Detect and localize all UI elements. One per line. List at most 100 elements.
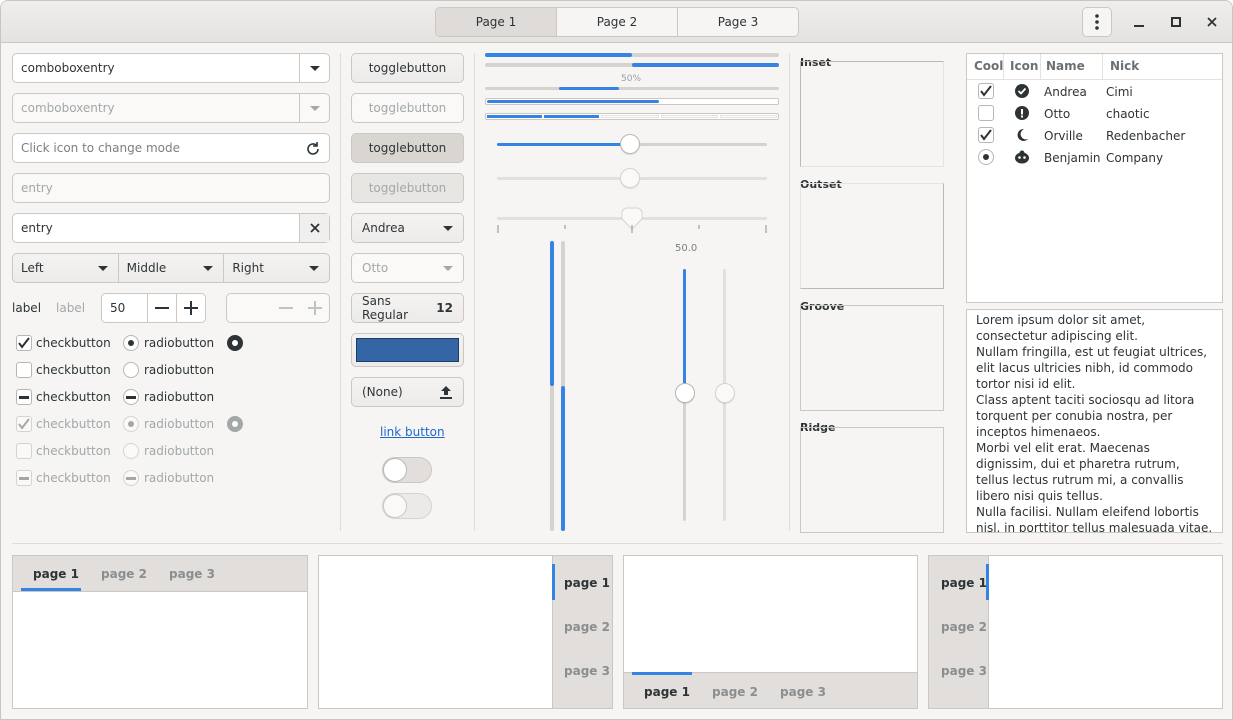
minus-icon <box>155 307 169 309</box>
combo-right[interactable]: Right <box>224 254 329 282</box>
minimize-button[interactable] <box>1125 8 1153 36</box>
font-size: 12 <box>436 301 453 315</box>
notebook-tab[interactable]: page 2 <box>101 567 147 581</box>
column-header-nick[interactable]: Nick <box>1103 54 1222 79</box>
row-nick: Cimi <box>1106 85 1133 99</box>
notebook-tab[interactable]: page 1 <box>941 576 987 590</box>
togglebutton-disabled: togglebutton <box>351 93 464 123</box>
entry-text: entry <box>21 221 53 235</box>
link-button[interactable]: link button <box>380 425 445 439</box>
progress-fill <box>485 53 632 57</box>
chevron-down-icon <box>443 265 453 271</box>
entry-placeholder: entry <box>21 181 53 195</box>
radio-dot <box>232 340 238 346</box>
text-view-content[interactable]: Lorem ipsum dolor sit amet, consectetur … <box>967 310 1222 532</box>
checkmark-icon <box>18 418 30 430</box>
mode-entry[interactable]: Click icon to change mode <box>12 133 330 163</box>
row-nick: Redenbacher <box>1106 129 1186 143</box>
font-button[interactable]: Sans Regular 12 <box>351 293 464 323</box>
label-disabled: label <box>56 301 86 315</box>
notebook-tab[interactable]: page 1 <box>33 567 79 581</box>
notebook-tab[interactable]: page 2 <box>941 620 987 634</box>
radio-standalone-disabled <box>227 416 243 432</box>
combo-dropdown-button[interactable] <box>299 54 329 82</box>
checkbox-mixed-disabled <box>16 470 32 486</box>
checkbox-checked[interactable] <box>16 335 32 351</box>
notebook-tab[interactable]: page 2 <box>564 620 610 634</box>
cool-checkbox-checked[interactable] <box>978 83 994 99</box>
close-icon <box>1207 17 1217 27</box>
radio-mixed-disabled <box>123 470 139 486</box>
upload-icon <box>440 386 452 399</box>
progress-text: 50% <box>621 74 642 84</box>
notebook-tab[interactable]: page 1 <box>644 685 690 699</box>
column-header-name[interactable]: Name <box>1041 54 1103 79</box>
column-header-icon[interactable]: Icon <box>1004 54 1041 79</box>
comboboxentry[interactable]: comboboxentry <box>12 53 330 83</box>
hscale-1-knob[interactable] <box>620 134 640 154</box>
checkbox-mixed[interactable] <box>16 389 32 405</box>
cool-checkbox-unchecked[interactable] <box>978 105 994 121</box>
vscale-1-knob[interactable] <box>675 383 695 403</box>
notebook-top: page 1 page 2 page 3 <box>12 555 308 709</box>
combo-right-label: Right <box>232 261 264 275</box>
radio-standalone[interactable] <box>227 335 243 351</box>
progress-fill <box>550 241 554 386</box>
column-header-cool[interactable]: Cool <box>967 54 1004 79</box>
color-button[interactable] <box>351 333 464 367</box>
tree-row[interactable]: Andrea Cimi <box>967 82 1222 104</box>
notebook-tab[interactable]: page 3 <box>780 685 826 699</box>
tree-row[interactable]: Otto chaotic <box>967 104 1222 126</box>
refresh-icon[interactable] <box>305 141 321 157</box>
tree-view[interactable]: Cool Icon Name Nick Andrea Cimi Otto chaoti… <box>966 53 1223 303</box>
notebook-tab[interactable]: page 3 <box>564 664 610 678</box>
notebook-tab[interactable]: page 3 <box>941 664 987 678</box>
spin-increment[interactable] <box>176 294 205 322</box>
togglebutton[interactable]: togglebutton <box>351 53 464 83</box>
menu-button[interactable] <box>1082 7 1112 37</box>
plus-icon <box>307 301 322 315</box>
notebook-tab[interactable]: page 2 <box>712 685 758 699</box>
combobox-andrea[interactable]: Andrea <box>351 213 464 243</box>
check-circle-icon <box>1015 84 1029 98</box>
checkbutton-label: checkbutton <box>36 444 111 458</box>
radio-selected[interactable] <box>123 335 139 351</box>
combo-left[interactable]: Left <box>13 254 119 282</box>
file-label: (None) <box>362 385 403 399</box>
chevron-down-icon <box>309 265 320 271</box>
file-chooser-button[interactable]: (None) <box>351 377 464 407</box>
notebook-tab[interactable]: page 3 <box>169 567 215 581</box>
close-button[interactable] <box>1198 8 1226 36</box>
tab-page-3[interactable]: Page 3 <box>678 8 798 36</box>
separator <box>789 53 790 531</box>
row-name: Benjamin <box>1044 151 1101 165</box>
cool-radio[interactable] <box>978 149 994 165</box>
text-view[interactable]: Lorem ipsum dolor sit amet, consectetur … <box>966 309 1223 533</box>
spin-value[interactable]: 50 <box>102 294 147 322</box>
minimize-icon <box>1134 25 1144 27</box>
clear-button[interactable] <box>299 214 329 242</box>
notebook-right: page 1 page 2 page 3 <box>318 555 613 709</box>
notebook-tab[interactable]: page 1 <box>564 576 610 590</box>
checkbutton-label: checkbutton <box>36 390 111 404</box>
spin-button-disabled <box>226 293 330 323</box>
chevron-down-icon <box>443 225 453 231</box>
maximize-button[interactable] <box>1162 8 1190 36</box>
cool-checkbox-checked[interactable] <box>978 127 994 143</box>
togglebutton-active[interactable]: togglebutton <box>351 133 464 163</box>
switch-knob <box>383 494 407 518</box>
tree-row[interactable]: Orville Redenbacher <box>967 126 1222 148</box>
spin-decrement <box>271 294 300 322</box>
entry-with-clear[interactable]: entry <box>12 213 330 243</box>
switch-off[interactable] <box>382 457 432 483</box>
tree-row[interactable]: Benjamin Company <box>967 148 1222 170</box>
checkbox-unchecked[interactable] <box>16 362 32 378</box>
frame-ridge <box>800 427 944 533</box>
radio-mixed[interactable] <box>123 389 139 405</box>
spin-button[interactable]: 50 <box>101 293 206 323</box>
tab-page-2[interactable]: Page 2 <box>557 8 678 36</box>
spin-decrement[interactable] <box>147 294 176 322</box>
radio-unselected[interactable] <box>123 362 139 378</box>
tab-page-1[interactable]: Page 1 <box>436 8 557 36</box>
combo-middle[interactable]: Middle <box>119 254 225 282</box>
